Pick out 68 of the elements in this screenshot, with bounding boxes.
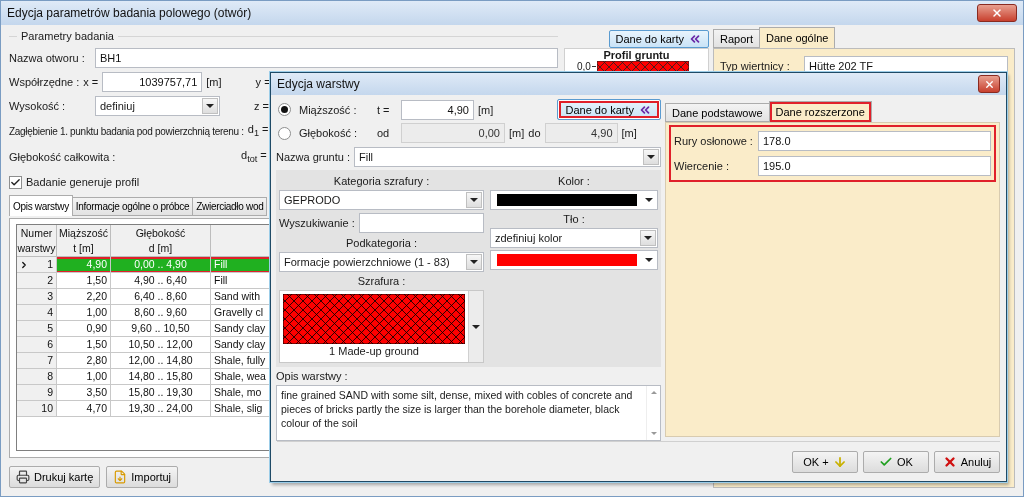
field-label: x = (83, 76, 99, 88)
field-label: Nazwa gruntu : (276, 151, 350, 163)
field-label: z = (254, 100, 269, 112)
field-label: Rury osłonowe : (674, 135, 754, 147)
checkbox-label: Badanie generuje profil (26, 176, 140, 188)
unit-label: [m] (206, 76, 222, 88)
table-cell: 1 (17, 257, 57, 273)
unit-label: [m] (478, 103, 494, 116)
table-cell: 2 (17, 273, 57, 289)
section-heading: Tło : (562, 212, 586, 226)
section-heading: Kategoria szrafury : (332, 174, 431, 188)
column-header: Miąższość t [m] (57, 225, 111, 257)
table-cell: 1,50 (57, 337, 111, 353)
table-cell: 1,00 (57, 369, 111, 385)
field-label: t = (377, 103, 391, 116)
table-cell: 15,80 .. 19,30 (111, 385, 211, 401)
radio-label: Miąższość : (299, 103, 358, 116)
section-heading: Szrafura : (356, 274, 407, 288)
table-cell: 9 (17, 385, 57, 401)
axis-label: 0,0 (577, 61, 591, 72)
field-label: d$_{1}$ = (247, 123, 269, 139)
table-cell: 12,00 .. 14,80 (111, 353, 211, 369)
section-heading: Podkategoria : (345, 236, 418, 250)
field-label: Wiercenie : (674, 160, 731, 172)
table-cell: 10,50 .. 12,00 (111, 337, 211, 353)
unit-label: [m] (509, 127, 525, 139)
profile-title: Profil gruntu (602, 49, 671, 61)
group-legend: Parametry badania (21, 30, 114, 42)
field-label: Głębokość całkowita : (9, 151, 117, 163)
table-cell: 0,00 .. 4,90 (111, 257, 211, 273)
table-cell: 6 (17, 337, 57, 353)
table-cell: 3 (17, 289, 57, 305)
table-cell: 2,20 (57, 289, 111, 305)
table-cell: 4,70 (57, 401, 111, 417)
table-cell: 14,80 .. 15,80 (111, 369, 211, 385)
field-label: d$_{tot}$ = (241, 149, 267, 165)
table-cell: 6,40 .. 8,60 (111, 289, 211, 305)
field-label: Współrzędne : (9, 76, 80, 88)
table-cell: 8,60 .. 9,60 (111, 305, 211, 321)
field-label: Opis warstwy : (276, 370, 348, 382)
table-cell: 4,90 (57, 257, 111, 273)
field-label: Wyszukiwanie : (279, 217, 355, 229)
table-cell: 19,30 .. 24,00 (111, 401, 211, 417)
table-cell: 9,60 .. 10,50 (111, 321, 211, 337)
window-title: Edycja parametrów badania polowego (otwór) (7, 6, 252, 20)
table-cell: 4 (17, 305, 57, 321)
table-cell: 1,00 (57, 305, 111, 321)
table-cell: 8 (17, 369, 57, 385)
field-label: Nazwa otworu : (9, 52, 86, 64)
dialog-title: Edycja warstwy (277, 77, 360, 91)
radio-label: Głębokość : (299, 127, 359, 139)
column-header: Głębokość d [m] (111, 225, 211, 257)
table-cell: 4,90 .. 6,40 (111, 273, 211, 289)
table-cell: 1,50 (57, 273, 111, 289)
field-label: Zagłębienie 1. punktu badania pod powierzchnią terenu : (9, 125, 244, 137)
field-label: do (528, 127, 541, 139)
table-cell: 3,50 (57, 385, 111, 401)
table-cell: 10 (17, 401, 57, 417)
unit-label: [m] (621, 127, 637, 139)
table-cell: 5 (17, 321, 57, 337)
table-cell: 0,90 (57, 321, 111, 337)
section-heading: Kolor : (557, 174, 591, 188)
table-cell: 7 (17, 353, 57, 369)
column-header: Numer warstwy (17, 225, 57, 257)
field-label: od (377, 127, 391, 139)
field-label: Wysokość : (9, 100, 67, 112)
table-cell: 2,80 (57, 353, 111, 369)
field-label: Typ wiertnicy : (720, 60, 791, 72)
